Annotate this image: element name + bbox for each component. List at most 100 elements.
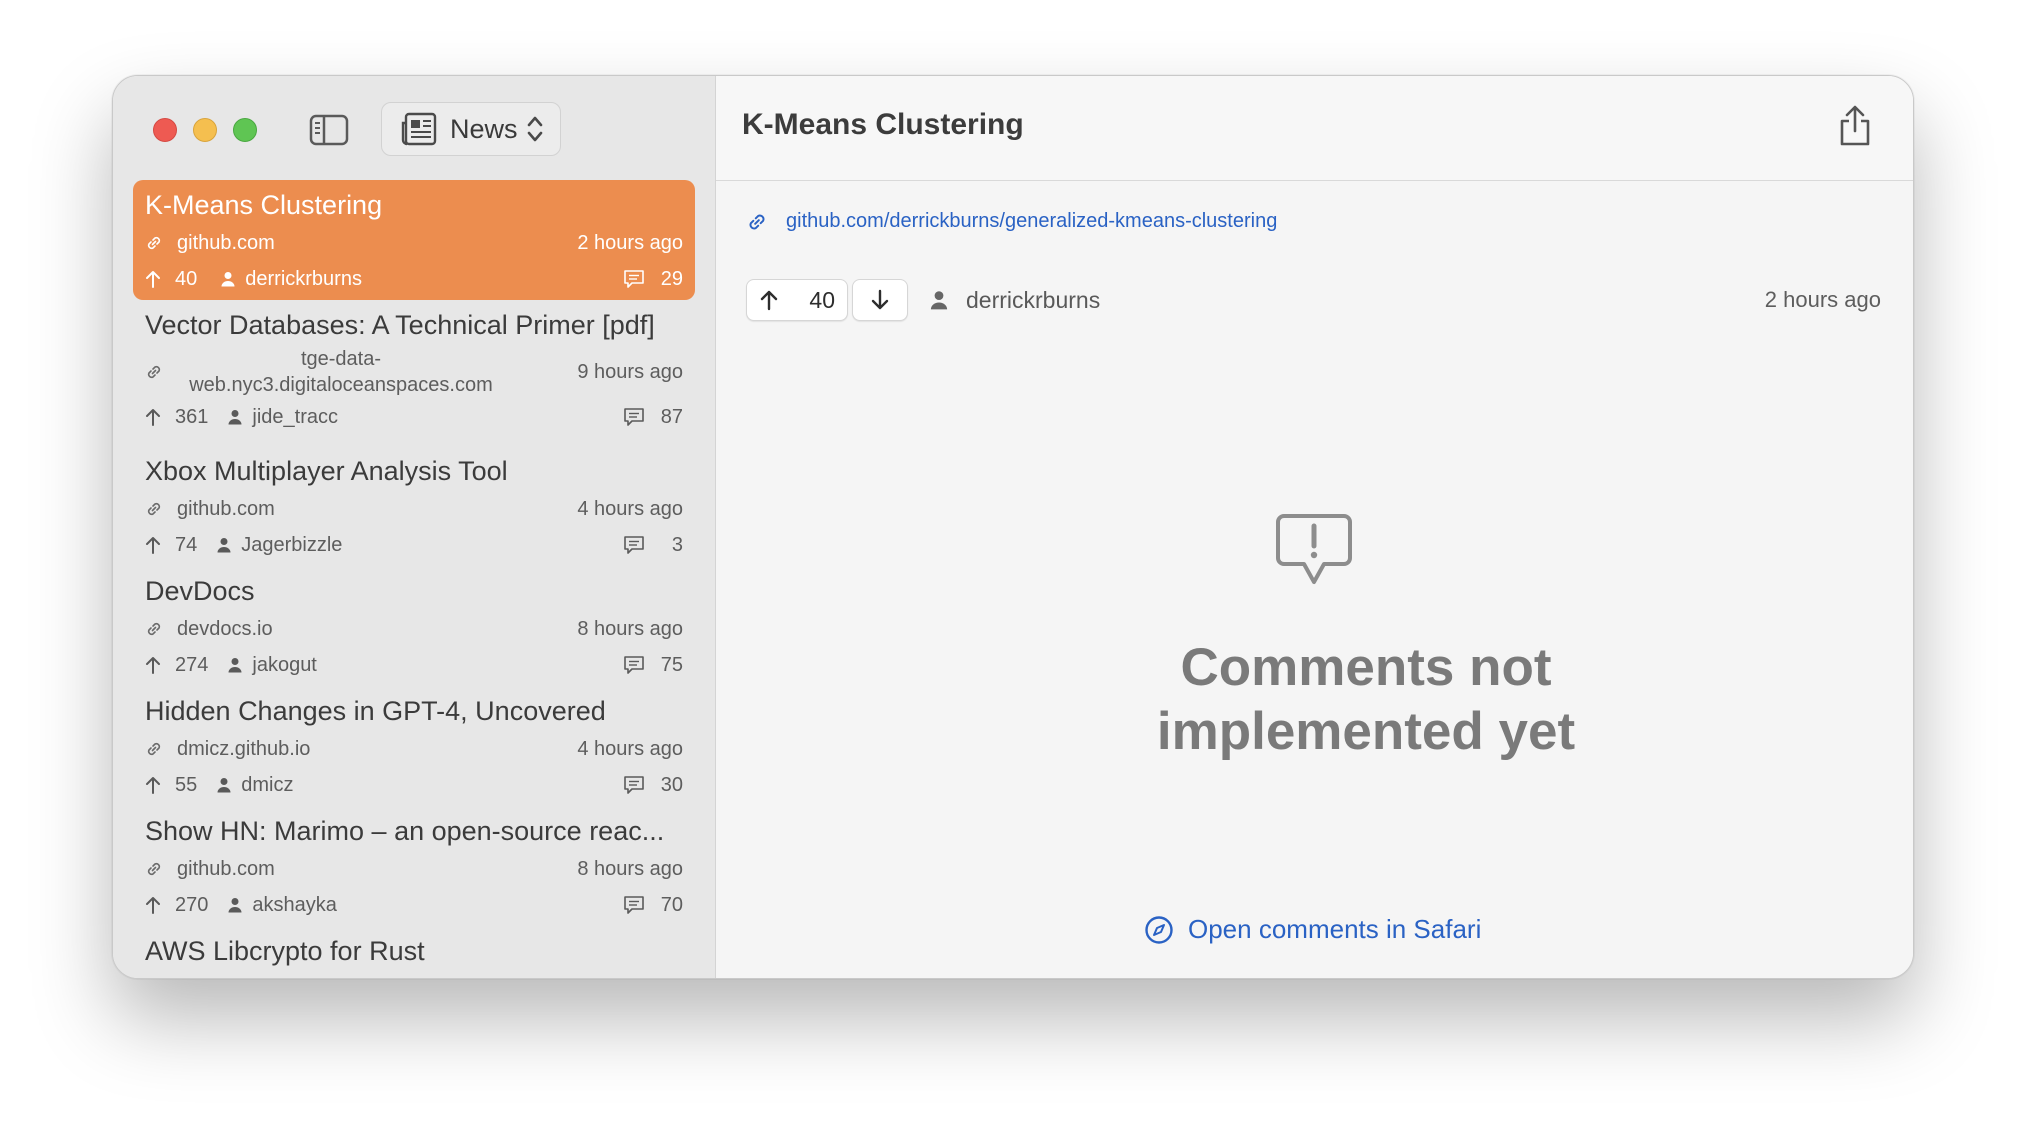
story-user: Jagerbizzle xyxy=(241,533,343,556)
story-item[interactable]: Show HN: Marimo – an open-source reac...… xyxy=(133,806,695,926)
share-button[interactable] xyxy=(1837,104,1873,148)
feed-selector[interactable]: News xyxy=(381,102,561,156)
person-icon xyxy=(930,291,948,310)
share-icon xyxy=(1840,105,1870,146)
empty-state-title: Comments not implemented yet xyxy=(1156,638,1576,761)
story-title: Xbox Multiplayer Analysis Tool xyxy=(145,456,508,486)
maximize-window-button[interactable] xyxy=(233,118,257,142)
story-user: jakogut xyxy=(252,653,317,676)
story-domain: dmicz.github.io xyxy=(177,737,311,760)
arrow-down-icon xyxy=(871,289,889,310)
comment-icon xyxy=(623,895,645,915)
story-comments: 29 xyxy=(660,267,683,290)
story-user: derrickrburns xyxy=(245,267,362,290)
story-time: 8 hours ago xyxy=(577,617,683,640)
story-list: K-Means Clustering github.com 2 hours ag… xyxy=(133,180,695,978)
comment-icon xyxy=(623,655,645,675)
story-item[interactable]: AWS Libcrypto for Rust xyxy=(133,926,695,978)
close-window-button[interactable] xyxy=(153,118,177,142)
detail-pane: K-Means Clustering github.com/derrickbur… xyxy=(716,76,1913,978)
comment-icon xyxy=(623,535,645,555)
downvote-button[interactable] xyxy=(852,279,908,321)
story-points: 274 xyxy=(175,653,209,676)
story-time: 4 hours ago xyxy=(577,737,683,760)
story-time: 2 hours ago xyxy=(577,231,683,254)
arrow-up-icon xyxy=(145,655,161,675)
story-url: github.com/derrickburns/generalized-kmea… xyxy=(786,210,1278,232)
vote-row: 40 derrickrburns 2 hours ago xyxy=(746,278,1881,322)
compass-icon xyxy=(1145,915,1173,944)
story-item[interactable]: Xbox Multiplayer Analysis Tool github.co… xyxy=(133,446,695,566)
arrow-up-icon xyxy=(145,895,161,915)
detail-title: K-Means Clustering xyxy=(742,108,1024,141)
vote-controls: 40 xyxy=(746,279,908,321)
open-comments-label: Open comments in Safari xyxy=(1188,914,1482,944)
story-user: dmicz xyxy=(241,773,294,796)
minimize-window-button[interactable] xyxy=(193,118,217,142)
story-item[interactable]: DevDocs devdocs.io 8 hours ago 274 jakog… xyxy=(133,566,695,686)
story-comments: 75 xyxy=(660,653,683,676)
arrow-up-icon xyxy=(760,290,778,311)
story-domain-line1: tge-data- xyxy=(300,348,382,370)
sidebar-toggle-icon xyxy=(309,114,349,146)
story-domain: github.com xyxy=(177,497,275,520)
comment-icon xyxy=(623,407,645,427)
story-domain: tge-data- web.nyc3.digitaloceanspaces.co… xyxy=(171,346,511,398)
upvote-button[interactable]: 40 xyxy=(746,279,848,321)
person-icon xyxy=(217,537,231,553)
person-icon xyxy=(228,657,242,673)
story-url-link[interactable]: github.com/derrickburns/generalized-kmea… xyxy=(746,210,1277,233)
story-domain-line2: web.nyc3.digitaloceanspaces.com xyxy=(189,374,493,396)
story-domain: github.com xyxy=(177,231,275,254)
story-title: Vector Databases: A Technical Primer [pd… xyxy=(145,310,655,340)
story-points: 74 xyxy=(175,533,198,556)
comment-icon xyxy=(623,269,645,289)
link-icon xyxy=(145,234,163,252)
story-user: akshayka xyxy=(252,893,337,916)
story-domain: github.com xyxy=(177,857,275,880)
story-time: 9 hours ago xyxy=(577,360,683,383)
person-icon xyxy=(217,777,231,793)
story-item[interactable]: Vector Databases: A Technical Primer [pd… xyxy=(133,300,695,446)
story-title: Show HN: Marimo – an open-source reac... xyxy=(145,816,665,846)
chevron-up-down-icon xyxy=(527,116,542,142)
story-points: 270 xyxy=(175,893,209,916)
story-points: 361 xyxy=(175,405,209,428)
comment-icon xyxy=(623,775,645,795)
app-window: News K-Means Clustering github.com 2 hou… xyxy=(112,75,1914,979)
person-icon xyxy=(228,897,242,913)
detail-time: 2 hours ago xyxy=(1764,287,1881,312)
story-comments: 30 xyxy=(660,773,683,796)
story-points: 55 xyxy=(175,773,198,796)
story-title: AWS Libcrypto for Rust xyxy=(145,936,425,966)
story-comments: 3 xyxy=(671,533,683,556)
story-title: DevDocs xyxy=(145,576,255,606)
arrow-up-icon xyxy=(145,535,161,555)
story-title: Hidden Changes in GPT-4, Uncovered xyxy=(145,696,606,726)
person-icon xyxy=(221,271,235,287)
story-user: jide_tracc xyxy=(252,405,338,428)
story-points: 40 xyxy=(175,267,198,290)
story-item[interactable]: K-Means Clustering github.com 2 hours ag… xyxy=(133,180,695,300)
author: derrickrburns xyxy=(930,287,1100,314)
story-comments: 70 xyxy=(660,893,683,916)
person-icon xyxy=(228,409,242,425)
story-domain: devdocs.io xyxy=(177,617,273,640)
open-comments-in-safari-link[interactable]: Open comments in Safari xyxy=(1144,914,1481,945)
link-icon xyxy=(145,860,163,878)
sidebar-toggle-button[interactable] xyxy=(309,114,349,146)
link-icon xyxy=(145,500,163,518)
sidebar: News K-Means Clustering github.com 2 hou… xyxy=(113,76,716,978)
link-icon xyxy=(145,363,163,381)
score-value: 40 xyxy=(809,286,835,313)
story-title: K-Means Clustering xyxy=(145,190,383,220)
arrow-up-icon xyxy=(145,407,161,427)
arrow-up-icon xyxy=(145,269,161,289)
arrow-up-icon xyxy=(145,775,161,795)
story-time: 4 hours ago xyxy=(577,497,683,520)
link-icon xyxy=(746,211,768,233)
feed-selector-label: News xyxy=(450,113,518,144)
link-icon xyxy=(145,740,163,758)
story-item[interactable]: Hidden Changes in GPT-4, Uncovered dmicz… xyxy=(133,686,695,806)
link-icon xyxy=(145,620,163,638)
